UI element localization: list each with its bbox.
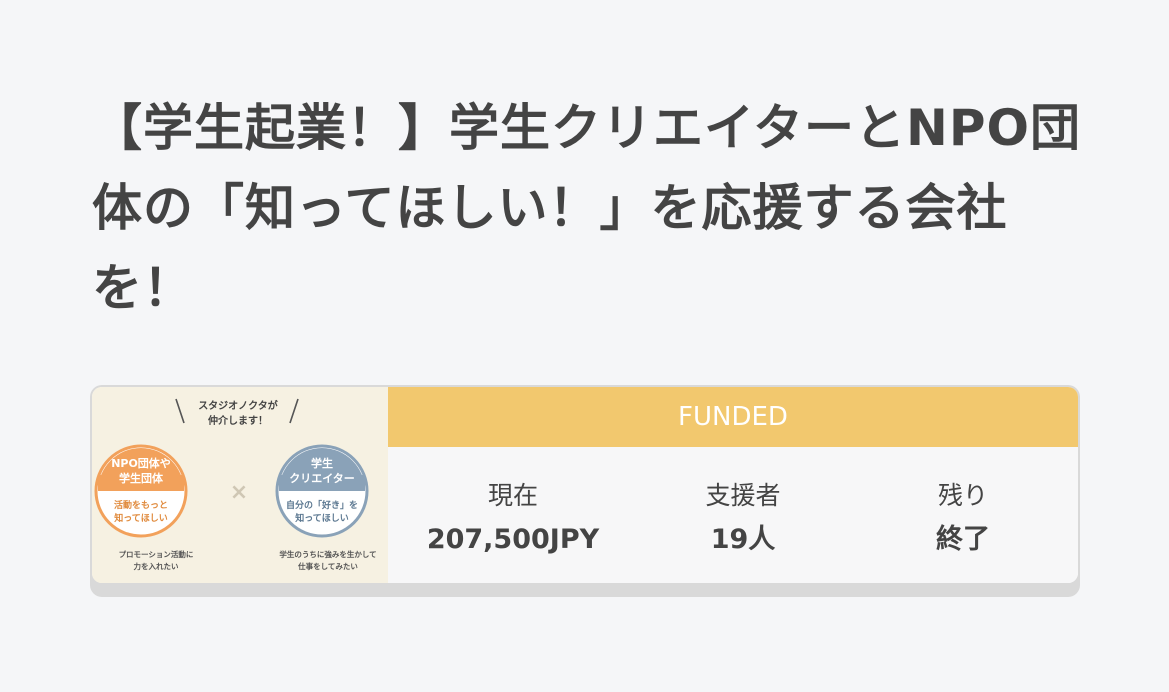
project-page: 【学生起業！】学生クリエイターとNPO団体の「知ってほしい！」を応援する会社を！… <box>0 0 1169 692</box>
right-caption-line-1: 学生のうちに強みを生かして <box>279 549 376 559</box>
project-card-body: スタジオノクタが 仲介します！ NPO団体や 学生団体 活動をもっと 知ってほし… <box>92 387 1078 583</box>
stat-remaining: 残り 終了 <box>848 479 1078 557</box>
creator-title-line-2: クリエイター <box>289 472 355 485</box>
project-title[interactable]: 【学生起業！】学生クリエイターとNPO団体の「知ってほしい！」を応援する会社を！ <box>92 88 1082 328</box>
project-thumbnail[interactable]: スタジオノクタが 仲介します！ NPO団体や 学生団体 活動をもっと 知ってほし… <box>92 387 388 583</box>
project-card[interactable]: スタジオノクタが 仲介します！ NPO団体や 学生団体 活動をもっと 知ってほし… <box>90 385 1080 597</box>
current-value: 207,500JPY <box>426 524 600 555</box>
stat-current: 現在 207,500JPY <box>398 479 628 557</box>
right-caption-line-2: 仕事をしてみたい <box>297 561 358 571</box>
supporters-value: 19人 <box>710 524 776 555</box>
left-caption-line-2: 力を入れたい <box>134 561 179 571</box>
left-caption-line-1: プロモーション活動に <box>119 549 194 559</box>
supporters-label: 支援者 <box>705 481 781 510</box>
npo-title-line-1: NPO団体や <box>111 456 171 470</box>
status-label: FUNDED <box>678 402 788 432</box>
creator-sub-line-2: 知ってほしい <box>294 512 349 524</box>
cross-icon: × <box>230 480 248 505</box>
tagline-line-1: スタジオノクタが <box>198 399 279 412</box>
funded-status-bar: FUNDED <box>388 387 1078 447</box>
current-label: 現在 <box>487 481 538 510</box>
stats-panel: 現在 207,500JPY 支援者 19人 残り 終了 <box>388 447 1078 583</box>
npo-sub-line-2: 知ってほしい <box>113 512 168 524</box>
remaining-label: 残り <box>937 481 988 510</box>
thumbnail-illustration: スタジオノクタが 仲介します！ NPO団体や 学生団体 活動をもっと 知ってほし… <box>92 387 388 583</box>
npo-title-line-2: 学生団体 <box>119 471 164 485</box>
creator-sub-line-1: 自分の「好き」を <box>286 499 358 511</box>
creator-title-line-1: 学生 <box>311 456 333 470</box>
npo-sub-line-1: 活動をもっと <box>114 499 168 511</box>
tagline-line-2: 仲介します！ <box>208 414 268 427</box>
stat-supporters: 支援者 19人 <box>628 479 858 557</box>
remaining-value: 終了 <box>936 524 990 555</box>
